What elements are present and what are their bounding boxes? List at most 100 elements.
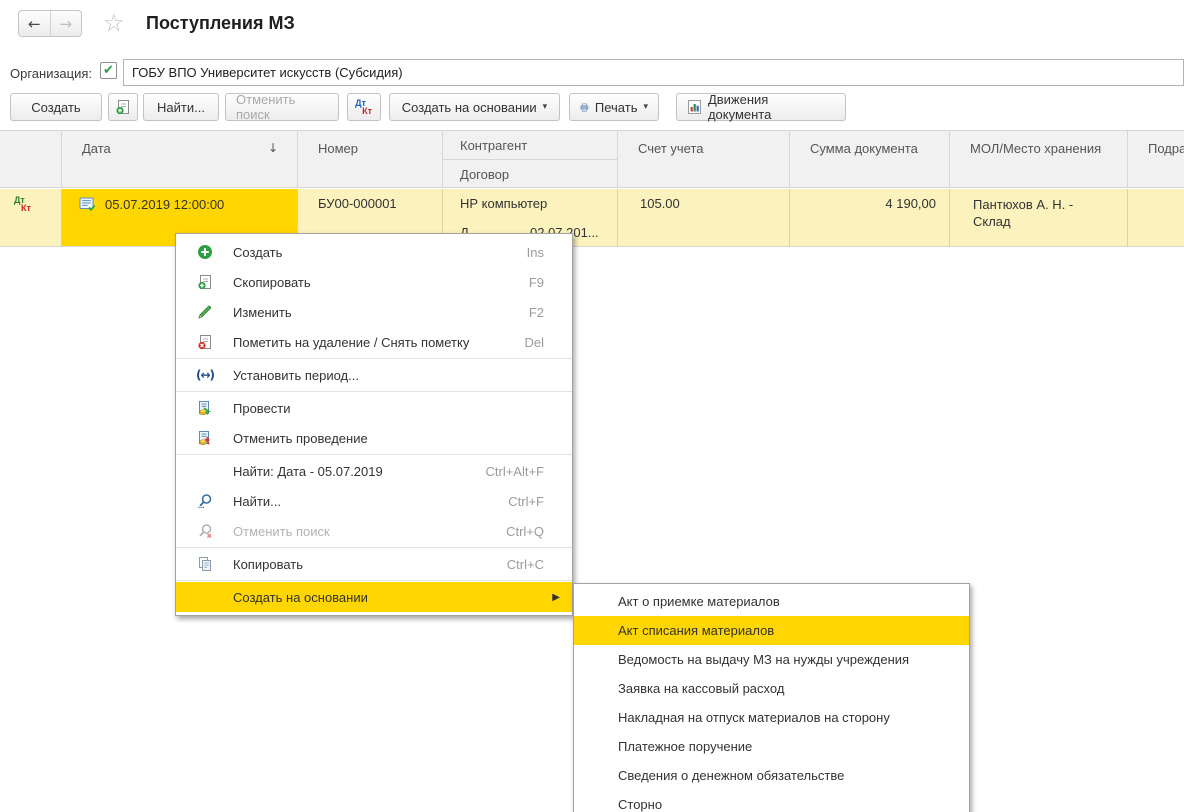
chart-doc-icon	[687, 99, 702, 115]
menu-item-mark-deletion-shortcut: Del	[524, 335, 572, 350]
submenu-item-act-priemki[interactable]: Акт о приемке материалов	[574, 587, 969, 616]
menu-item-copy-clipboard-shortcut: Ctrl+C	[507, 557, 572, 572]
forward-button[interactable]: →	[51, 11, 82, 36]
column-header-dept[interactable]: Подра	[1128, 130, 1184, 188]
create-based-on-button[interactable]: Создать на основании ▾	[389, 93, 560, 121]
copy-clipboard-icon	[197, 556, 213, 572]
menu-item-find-label: Найти...	[233, 494, 508, 509]
submenu-item-platezhnoe[interactable]: Платежное поручение	[574, 732, 969, 761]
find-button-label: Найти...	[157, 100, 205, 115]
submenu-item-act-spisaniya[interactable]: Акт списания материалов	[574, 616, 969, 645]
row-sum-cell[interactable]: 4 190,00	[790, 189, 950, 247]
menu-item-set-period[interactable]: (↔) Установить период...	[176, 360, 572, 390]
submenu-item-nakladnaya[interactable]: Накладная на отпуск материалов на сторон…	[574, 703, 969, 732]
menu-item-unpost[interactable]: Отменить проведение	[176, 423, 572, 453]
menu-item-post-label: Провести	[233, 401, 544, 416]
dtkt-icon: Дт Кт	[355, 99, 373, 115]
row-dtkt-cell[interactable]: Дт Кт	[0, 189, 62, 247]
row-account-value: 105.00	[640, 196, 680, 211]
menu-item-copy-new-shortcut: F9	[529, 275, 572, 290]
dtkt-toggle-button[interactable]: Дт Кт	[347, 93, 381, 121]
column-header-account[interactable]: Счет учета	[618, 130, 790, 188]
column-header-number[interactable]: Номер	[298, 130, 443, 188]
organization-input[interactable]	[123, 59, 1184, 86]
forward-icon: →	[59, 15, 72, 33]
submenu-item-zayavka[interactable]: Заявка на кассовый расход	[574, 674, 969, 703]
submenu-item-svedeniya[interactable]: Сведения о денежном обязательстве	[574, 761, 969, 790]
organization-checkbox[interactable]: ✔	[100, 62, 117, 79]
column-header-contragent-dogovor[interactable]: Контрагент Договор	[443, 130, 618, 188]
copy-icon-button[interactable]	[108, 93, 138, 121]
menu-separator	[176, 547, 572, 548]
column-header-mol[interactable]: МОЛ/Место хранения	[950, 130, 1128, 188]
column-header-date-label: Дата	[82, 141, 111, 156]
submenu-item-storno[interactable]: Сторно	[574, 790, 969, 812]
column-header-sum[interactable]: Сумма документа	[790, 130, 950, 188]
menu-item-create-based-on[interactable]: Создать на основании ▶	[176, 582, 572, 612]
create-button-label: Создать	[31, 100, 80, 115]
menu-item-unpost-label: Отменить проведение	[233, 431, 544, 446]
submenu-arrow-icon: ▶	[552, 592, 572, 603]
column-header-contragent-label: Контрагент	[460, 138, 527, 153]
menu-item-edit[interactable]: Изменить F2	[176, 297, 572, 327]
chevron-down-icon: ▾	[643, 102, 648, 112]
back-button[interactable]: ←	[19, 11, 51, 36]
unpost-document-icon	[197, 430, 213, 446]
column-header-contragent[interactable]: Контрагент	[443, 131, 617, 160]
app-window: ← → ☆ Поступления МЗ Организация: ✔ Созд…	[0, 0, 1184, 812]
menu-item-edit-label: Изменить	[233, 305, 529, 320]
context-menu: Создать Ins Скопировать F9 Изменить F2 П…	[175, 233, 573, 616]
favorite-star-icon[interactable]: ☆	[103, 9, 125, 37]
posted-document-icon	[79, 197, 96, 212]
menu-item-mark-deletion-label: Пометить на удаление / Снять пометку	[233, 335, 524, 350]
cancel-search-label: Отменить поиск	[236, 92, 328, 122]
menu-separator	[176, 391, 572, 392]
menu-item-create[interactable]: Создать Ins	[176, 237, 572, 267]
menu-item-post[interactable]: Провести	[176, 393, 572, 423]
menu-item-find-shortcut: Ctrl+F	[508, 494, 572, 509]
menu-item-mark-deletion[interactable]: Пометить на удаление / Снять пометку Del	[176, 327, 572, 357]
menu-separator	[176, 454, 572, 455]
create-button[interactable]: Создать	[10, 93, 102, 121]
menu-item-create-label: Создать	[233, 245, 527, 260]
menu-item-copy-new[interactable]: Скопировать F9	[176, 267, 572, 297]
row-account-cell[interactable]: 105.00	[618, 189, 790, 247]
print-button[interactable]: Печать ▾	[569, 93, 659, 121]
post-document-icon	[197, 400, 213, 416]
column-header-dept-label: Подра	[1148, 141, 1184, 156]
menu-item-cancel-search-label: Отменить поиск	[233, 524, 506, 539]
plus-circle-icon	[197, 244, 213, 260]
pencil-icon	[197, 304, 213, 320]
back-icon: ←	[28, 15, 41, 33]
row-kt-label: Кт	[21, 204, 61, 212]
menu-item-find[interactable]: Найти... Ctrl+F	[176, 486, 572, 516]
row-mol-cell[interactable]: Пантюхов А. Н. - Склад	[950, 189, 1128, 247]
menu-item-copy-clipboard[interactable]: Копировать Ctrl+C	[176, 549, 572, 579]
submenu-item-vedomost[interactable]: Ведомость на выдачу МЗ на нужды учрежден…	[574, 645, 969, 674]
cancel-search-button: Отменить поиск	[225, 93, 339, 121]
posted-dtkt-icon: Дт Кт	[14, 196, 61, 212]
column-header-dogovor[interactable]: Договор	[443, 160, 617, 189]
checkmark-icon: ✔	[103, 64, 114, 77]
row-dept-cell[interactable]	[1128, 189, 1184, 247]
row-mol-value: Пантюхов А. Н. - Склад	[973, 197, 1073, 229]
menu-separator	[176, 580, 572, 581]
menu-item-create-shortcut: Ins	[527, 245, 572, 260]
search-icon	[197, 493, 213, 509]
column-header-date[interactable]: Дата ↓	[62, 130, 298, 188]
column-header-number-label: Номер	[318, 141, 358, 156]
column-header-mol-label: МОЛ/Место хранения	[970, 141, 1101, 156]
menu-item-find-date[interactable]: Найти: Дата - 05.07.2019 Ctrl+Alt+F	[176, 456, 572, 486]
menu-item-cancel-search: Отменить поиск Ctrl+Q	[176, 516, 572, 546]
print-button-label: Печать	[595, 100, 638, 115]
document-movements-button[interactable]: Движения документа	[676, 93, 846, 121]
row-dt-label: Дт	[14, 196, 54, 204]
search-cancel-icon	[197, 523, 213, 539]
document-movements-label: Движения документа	[708, 92, 835, 122]
nav-group: ← →	[18, 10, 82, 37]
find-button[interactable]: Найти...	[143, 93, 219, 121]
row-number-value: БУ00-000001	[318, 196, 397, 211]
row-contragent-value: НР компьютер	[460, 196, 547, 211]
menu-item-copy-clipboard-label: Копировать	[233, 557, 507, 572]
organization-label: Организация:	[10, 66, 92, 81]
